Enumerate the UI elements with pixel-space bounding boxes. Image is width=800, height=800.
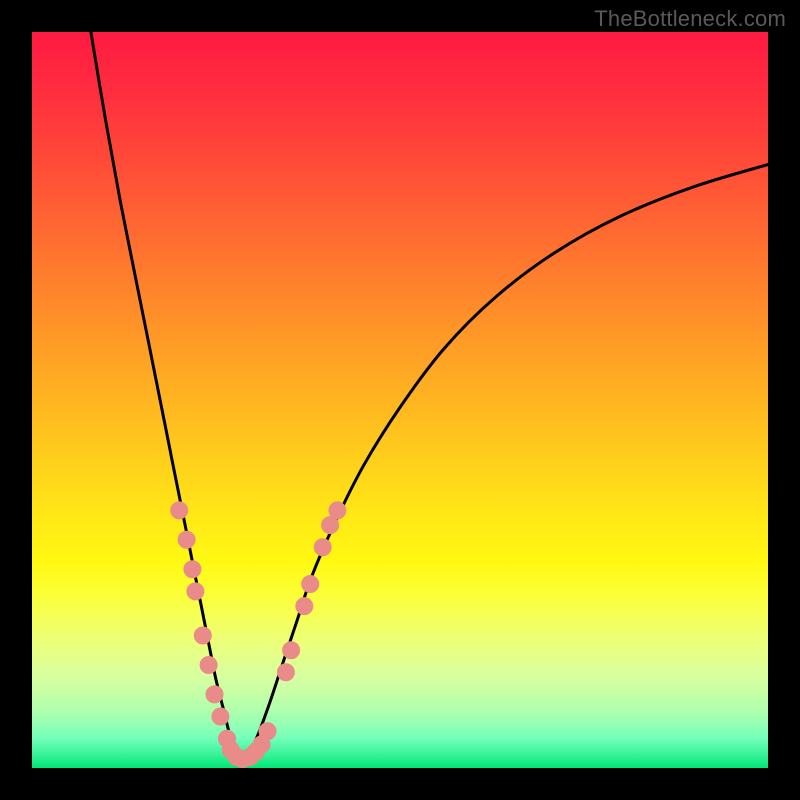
curve-left-branch — [91, 32, 238, 761]
data-dot — [187, 583, 204, 600]
data-dot — [200, 657, 217, 674]
data-dot — [178, 531, 195, 548]
data-dot — [314, 539, 331, 556]
data-dot — [302, 576, 319, 593]
watermark-text: TheBottleneck.com — [594, 6, 786, 32]
chart-stage: TheBottleneck.com — [0, 0, 800, 800]
data-dot — [277, 664, 294, 681]
curve-layer — [32, 32, 768, 768]
data-dot — [184, 561, 201, 578]
data-dot — [212, 708, 229, 725]
data-dot — [171, 502, 188, 519]
data-dot — [259, 723, 276, 740]
data-dot — [194, 627, 211, 644]
data-dot — [283, 642, 300, 659]
data-dots — [171, 502, 346, 768]
data-dot — [296, 598, 313, 615]
curve-right-branch — [238, 165, 768, 761]
plot-area — [32, 32, 768, 768]
data-dot — [329, 502, 346, 519]
data-dot — [206, 686, 223, 703]
